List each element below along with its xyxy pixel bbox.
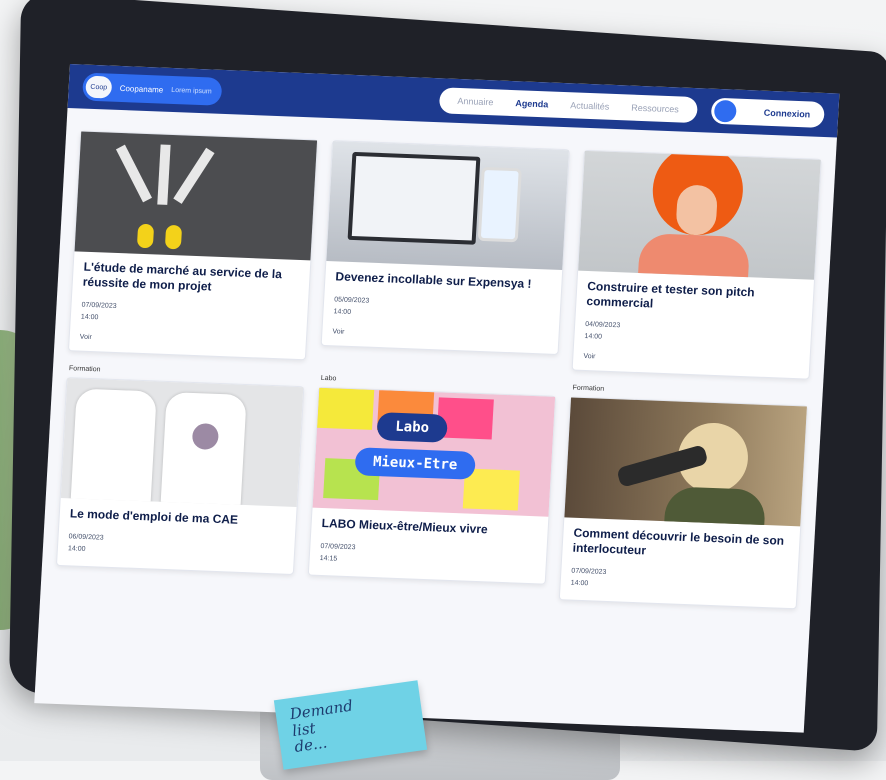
nav-links: Annuaire Agenda Actualités Ressources [438, 87, 698, 124]
event-title[interactable]: Le mode d'emploi de ma CAE [69, 506, 286, 529]
connect-label: Connexion [763, 107, 811, 120]
tshirt-shape [70, 388, 157, 507]
event-card[interactable]: Labo Mieux-Etre LABO Mieux-être/Mieux vi… [307, 386, 557, 585]
user-icon [713, 99, 737, 123]
event-title[interactable]: Comment découvrir le besoin de son inter… [572, 525, 790, 563]
event-card[interactable]: L'étude de marché au service de la réuss… [67, 130, 319, 361]
event-column: Labo Labo Mieux-Etre LABO Mieux-être/Mie… [307, 375, 557, 600]
website-screen: Coop Coopaname Lorem ipsum Annuaire Agen… [34, 64, 840, 733]
brand-logo[interactable]: Coop Coopaname Lorem ipsum [81, 72, 223, 106]
laptop-icon [347, 151, 481, 245]
shoe-icon [164, 224, 183, 250]
event-image-laptop [326, 141, 569, 271]
event-more-link[interactable]: Voir [80, 333, 296, 348]
event-image-singer [578, 150, 821, 280]
mieux-etre-pill: Mieux-Etre [354, 447, 476, 480]
brand-subtitle: Lorem ipsum [171, 86, 212, 95]
event-image-arrows [74, 131, 318, 261]
arrow-icon [115, 144, 152, 203]
event-image-sticky-notes: Labo Mieux-Etre [312, 387, 556, 517]
connect-button[interactable]: Connexion [710, 97, 825, 128]
event-column: Formation Comment découvrir le besoin de… [558, 384, 809, 609]
event-column: Devenez incollable sur Expensya ! 05/09/… [320, 128, 571, 370]
sweater-shape [637, 233, 751, 280]
event-more-link[interactable]: Voir [583, 353, 799, 368]
event-column: Formation Le mode d'emploi de ma CAE 06/… [55, 365, 305, 590]
event-card[interactable]: Devenez incollable sur Expensya ! 05/09/… [320, 140, 570, 355]
brand-name: Coopaname [119, 83, 164, 95]
phone-icon [477, 166, 522, 243]
event-title[interactable]: Devenez incollable sur Expensya ! [335, 269, 552, 292]
arrow-icon [157, 144, 171, 205]
event-card[interactable]: Construire et tester son pitch commercia… [571, 149, 822, 380]
jacket-shape [662, 485, 767, 527]
shoe-icon [136, 223, 155, 249]
sticky-note-shape [317, 387, 375, 430]
event-card[interactable]: Comment découvrir le besoin de son inter… [558, 396, 808, 609]
event-title[interactable]: Construire et tester son pitch commercia… [586, 279, 804, 317]
arrow-icon [173, 147, 215, 204]
event-column: Construire et tester son pitch commercia… [571, 138, 823, 380]
event-title[interactable]: L'étude de marché au service de la réuss… [82, 260, 300, 298]
event-image-tshirts [60, 377, 304, 507]
event-card[interactable]: Le mode d'emploi de ma CAE 06/09/2023 14… [55, 376, 305, 575]
nav-link-agenda[interactable]: Agenda [515, 98, 549, 109]
tshirt-shape [160, 391, 247, 507]
nav-link-annuaire[interactable]: Annuaire [457, 96, 494, 107]
event-more-link[interactable]: Voir [332, 328, 548, 343]
event-image-telescope [564, 397, 807, 527]
nav-link-actualites[interactable]: Actualités [570, 100, 610, 111]
labo-pill: Labo [376, 411, 448, 443]
logo-icon: Coop [85, 75, 113, 99]
event-column: L'étude de marché au service de la réuss… [67, 118, 319, 361]
event-grid: L'étude de marché au service de la réuss… [41, 108, 837, 619]
nav-link-ressources[interactable]: Ressources [631, 103, 679, 115]
event-title[interactable]: LABO Mieux-être/Mieux vivre [321, 516, 538, 539]
